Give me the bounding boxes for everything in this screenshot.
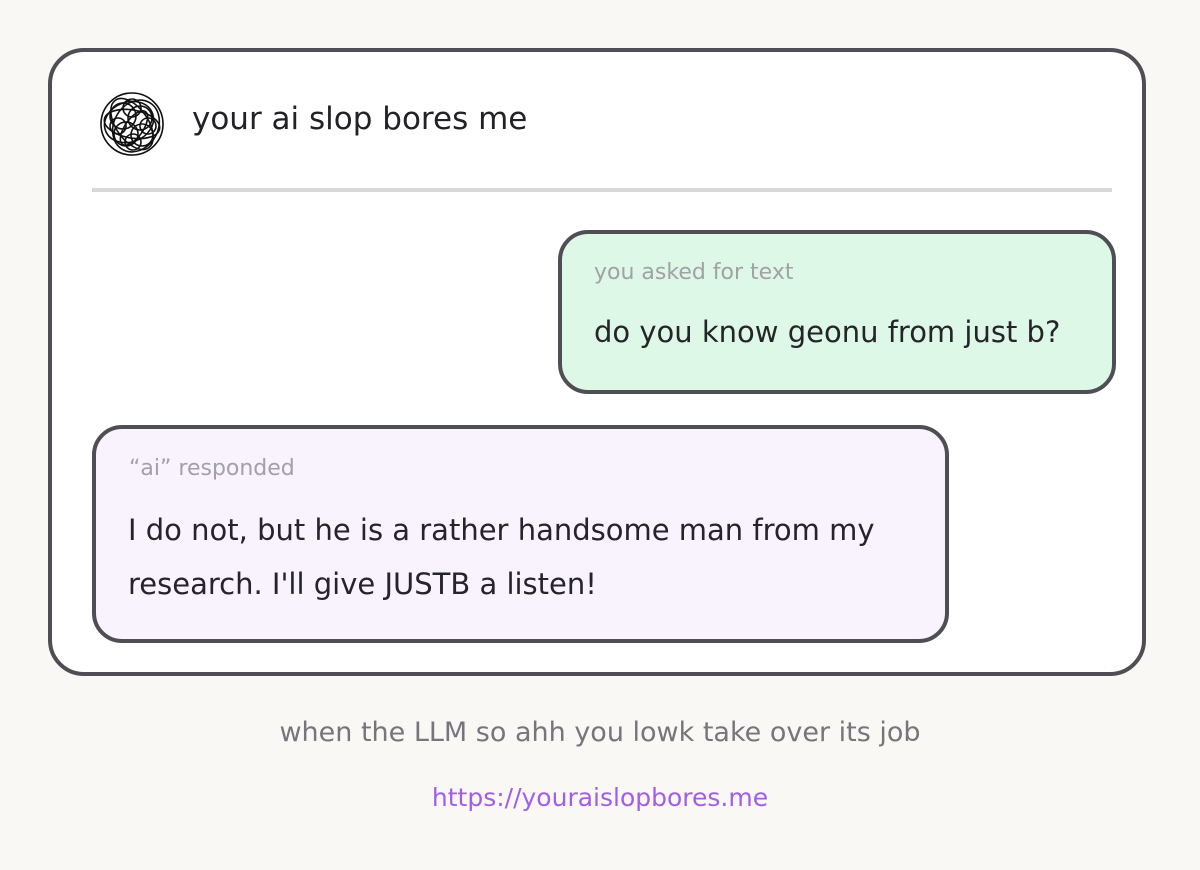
user-message-text: do you know geonu from just b? — [594, 315, 1061, 349]
ai-message-caption: “ai” responded — [129, 456, 295, 481]
scribble-logo-icon — [100, 92, 164, 156]
user-message-bubble: you asked for text do you know geonu fro… — [558, 230, 1116, 394]
ai-message-bubble: “ai” responded I do not, but he is a rat… — [92, 425, 949, 643]
ai-message-text: I do not, but he is a rather handsome ma… — [128, 513, 875, 601]
user-message-caption: you asked for text — [594, 260, 794, 285]
app-title: your ai slop bores me — [192, 101, 528, 137]
tagline: when the LLM so ahh you lowk take over i… — [279, 717, 921, 748]
site-link[interactable]: https://youraislopbores.me — [0, 783, 1200, 812]
chat-card: your ai slop bores me you asked for text… — [48, 48, 1146, 676]
header-divider — [92, 188, 1112, 192]
